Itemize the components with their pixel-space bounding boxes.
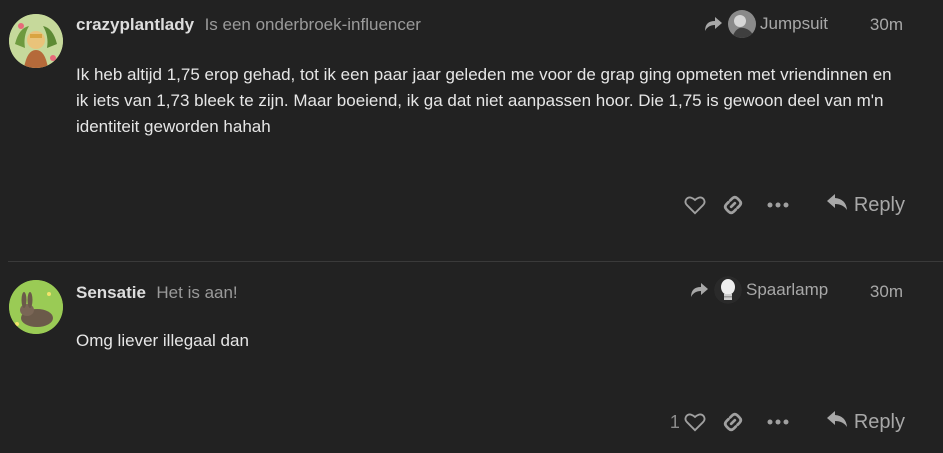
reply-arrow-icon bbox=[702, 15, 724, 33]
heart-icon[interactable] bbox=[684, 405, 706, 439]
post-age[interactable]: 30m bbox=[870, 15, 903, 35]
link-icon[interactable] bbox=[714, 405, 752, 439]
like-count[interactable]: 1 bbox=[670, 412, 680, 433]
post-body: Ik heb altijd 1,75 erop gehad, tot ik ee… bbox=[76, 65, 892, 136]
reply-to-avatar bbox=[714, 276, 742, 304]
post: crazyplantlady Is een onderbroek-influen… bbox=[0, 0, 943, 262]
post-header: Sensatie Het is aan! bbox=[76, 283, 238, 303]
reply-icon bbox=[826, 193, 848, 217]
username[interactable]: Sensatie bbox=[76, 283, 146, 302]
reply-button[interactable]: Reply bbox=[826, 188, 905, 222]
reply-to-username: Spaarlamp bbox=[746, 280, 829, 299]
reply-arrow-icon bbox=[688, 281, 710, 299]
user-title: Het is aan! bbox=[156, 283, 238, 302]
reply-button[interactable]: Reply bbox=[826, 405, 905, 439]
link-icon[interactable] bbox=[714, 188, 752, 222]
post-age[interactable]: 30m bbox=[870, 282, 903, 302]
reply-label: Reply bbox=[853, 410, 905, 433]
post-header: crazyplantlady Is een onderbroek-influen… bbox=[76, 15, 421, 35]
ellipsis-icon[interactable] bbox=[764, 405, 792, 439]
avatar[interactable] bbox=[9, 14, 63, 68]
reply-to-tab[interactable]: Spaarlamp bbox=[688, 276, 828, 304]
ellipsis-icon[interactable] bbox=[764, 188, 792, 222]
user-title: Is een onderbroek-influencer bbox=[204, 15, 421, 34]
reply-icon bbox=[826, 410, 848, 434]
reply-to-username: Jumpsuit bbox=[760, 14, 829, 33]
reply-to-tab[interactable]: Jumpsuit bbox=[702, 10, 828, 38]
post-body: Omg liever illegaal dan bbox=[76, 331, 249, 350]
username[interactable]: crazyplantlady bbox=[76, 15, 194, 34]
avatar[interactable] bbox=[9, 280, 63, 334]
post-actions: Reply bbox=[662, 188, 905, 222]
heart-icon[interactable] bbox=[684, 188, 706, 222]
post-actions: 1 Reply bbox=[662, 405, 905, 439]
post: Sensatie Het is aan! Spaarlamp 30m Omg l… bbox=[0, 262, 943, 453]
reply-label: Reply bbox=[853, 193, 905, 216]
reply-to-avatar bbox=[728, 10, 756, 38]
